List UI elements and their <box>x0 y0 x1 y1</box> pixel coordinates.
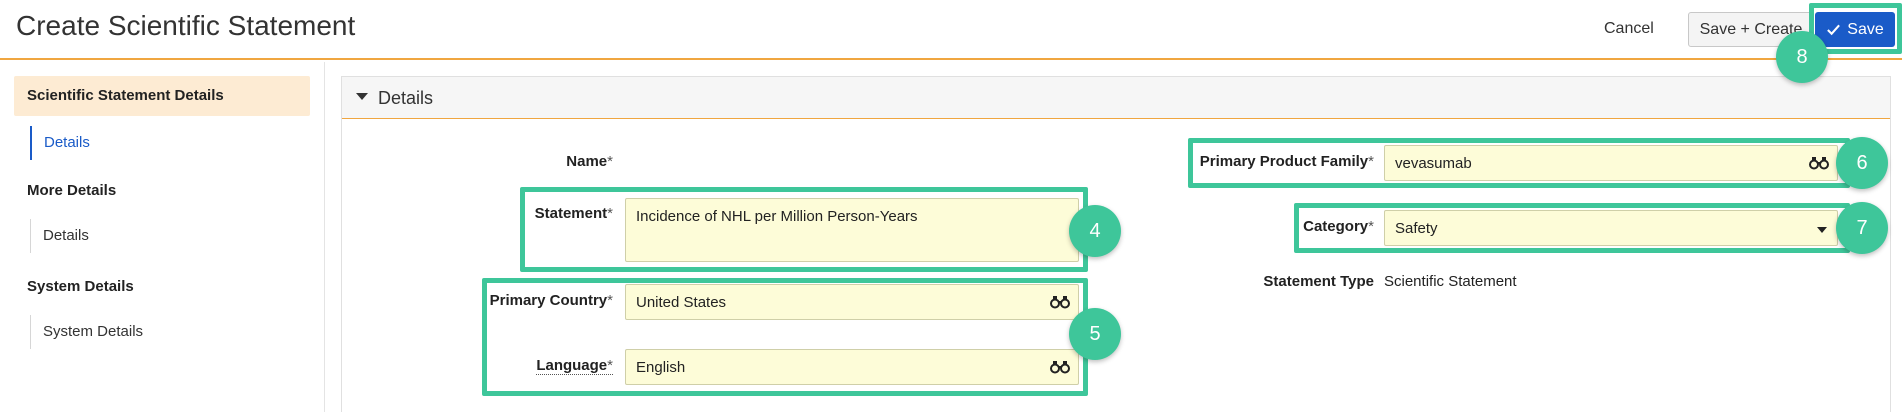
primary-country-input[interactable]: United States <box>625 284 1079 320</box>
annotation-badge-4: 4 <box>1069 205 1121 257</box>
save-button-label: Save <box>1847 20 1884 38</box>
statement-type-label: Statement Type <box>1263 273 1374 290</box>
binoculars-icon[interactable] <box>1809 156 1829 170</box>
sidebar-item-details[interactable]: Details <box>30 126 90 160</box>
page-title: Create Scientific Statement <box>16 10 356 41</box>
sidebar-item-more-details[interactable]: Details <box>30 219 89 253</box>
checkmark-icon <box>1827 24 1841 36</box>
save-button[interactable]: Save <box>1815 12 1895 47</box>
statement-type-value: Scientific Statement <box>1384 273 1517 290</box>
language-label: Language* <box>536 357 613 375</box>
chevron-down-icon[interactable] <box>1817 227 1827 233</box>
annotation-badge-8: 8 <box>1776 31 1828 83</box>
primary-product-family-label: Primary Product Family* <box>1199 153 1374 170</box>
category-label: Category* <box>1303 218 1374 235</box>
category-select[interactable]: Safety <box>1384 210 1838 246</box>
binoculars-icon[interactable] <box>1050 295 1070 309</box>
sidebar-section-scientific-statement-details[interactable]: Scientific Statement Details <box>14 76 310 116</box>
panel-title: Details <box>378 88 434 108</box>
statement-textarea[interactable]: Incidence of NHL per Million Person-Year… <box>625 198 1079 262</box>
annotation-badge-7: 7 <box>1836 202 1888 254</box>
sidebar-item-system-details[interactable]: System Details <box>30 315 143 349</box>
language-input[interactable]: English <box>625 349 1079 385</box>
sidebar-nav: Scientific Statement Details Details Mor… <box>0 62 325 412</box>
primary-country-label: Primary Country* <box>489 292 613 309</box>
sidebar-section-system-details[interactable]: System Details <box>14 278 310 295</box>
binoculars-icon[interactable] <box>1050 360 1070 374</box>
primary-product-family-input[interactable]: vevasumab <box>1384 145 1838 181</box>
collapse-caret-icon[interactable] <box>356 93 368 100</box>
name-label: Name* <box>566 153 613 170</box>
cancel-button[interactable]: Cancel <box>1604 20 1654 38</box>
annotation-badge-6: 6 <box>1836 137 1888 189</box>
page-header: Create Scientific Statement Cancel Save … <box>0 0 1902 60</box>
statement-label: Statement* <box>534 205 613 222</box>
details-panel-header[interactable]: Details <box>342 77 1890 119</box>
sidebar-section-more-details[interactable]: More Details <box>14 182 310 199</box>
annotation-badge-5: 5 <box>1069 308 1121 360</box>
